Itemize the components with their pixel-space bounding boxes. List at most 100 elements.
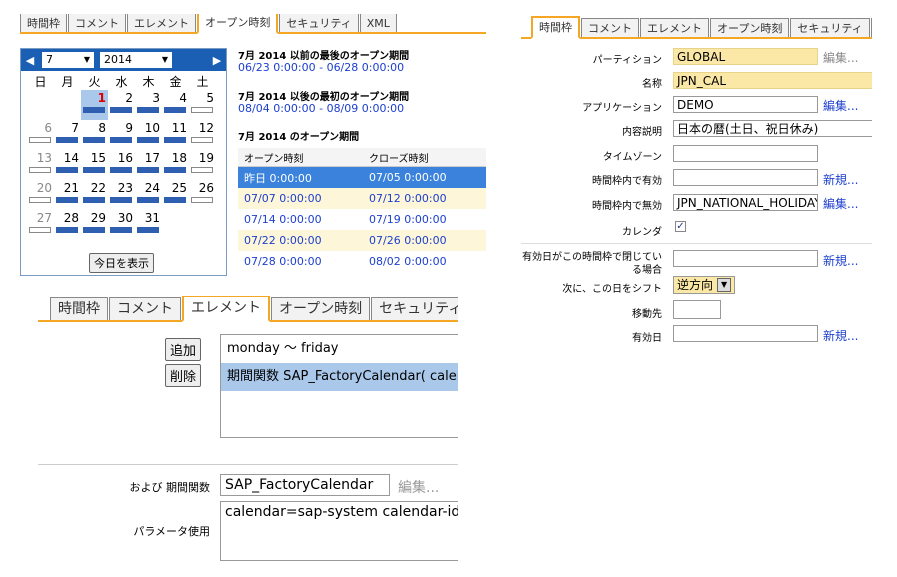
- open-day-indicator: [164, 137, 186, 143]
- tab-3[interactable]: オープン時刻: [271, 297, 371, 320]
- tab-1[interactable]: コメント: [68, 14, 126, 32]
- application-field[interactable]: DEMO: [673, 96, 818, 113]
- closed-field[interactable]: [673, 250, 818, 267]
- calendar-day[interactable]: 21: [54, 180, 81, 210]
- valid-in-field[interactable]: [673, 169, 818, 186]
- tab-0[interactable]: 時間枠: [50, 297, 108, 320]
- calendar-day[interactable]: 9: [108, 120, 135, 150]
- param-textarea[interactable]: calendar=sap-system calendar-id: [220, 501, 458, 561]
- name-field[interactable]: JPN_CAL: [673, 72, 872, 89]
- calendar-day[interactable]: 15: [81, 150, 108, 180]
- calendar-day[interactable]: 10: [135, 120, 162, 150]
- valid-in-new-link[interactable]: 新規...: [823, 171, 858, 188]
- move-to-field[interactable]: [673, 300, 721, 319]
- calendar-day[interactable]: 19: [189, 150, 216, 180]
- calendar-day[interactable]: 17: [135, 150, 162, 180]
- tab-0[interactable]: 時間枠: [20, 14, 67, 32]
- calendar-day[interactable]: 6: [27, 120, 54, 150]
- calendar-day[interactable]: 29: [81, 210, 108, 240]
- tab-2[interactable]: エレメント: [182, 296, 270, 322]
- calendar-day[interactable]: 24: [135, 180, 162, 210]
- element-list[interactable]: monday ～ friday 期間関数 SAP_FactoryCalendar…: [220, 334, 458, 438]
- calendar-checkbox[interactable]: ✓: [675, 221, 686, 232]
- application-edit-link[interactable]: 編集...: [823, 97, 858, 114]
- tab-4[interactable]: セキュリティ: [790, 18, 870, 37]
- description-field[interactable]: 日本の暦(土日、祝日休み): [673, 120, 872, 137]
- tab-1[interactable]: コメント: [109, 297, 181, 320]
- timezone-field[interactable]: [673, 145, 818, 162]
- next-month-icon[interactable]: ▶: [208, 54, 226, 67]
- shift-select[interactable]: 逆方向 ▼: [673, 276, 736, 294]
- calendar-day[interactable]: 5: [189, 90, 216, 120]
- closed-day-indicator: [191, 107, 213, 113]
- tab-4[interactable]: セキュリティ: [279, 14, 359, 32]
- month-select[interactable]: 7 ▼: [42, 52, 94, 68]
- calendar-day[interactable]: 1: [81, 90, 108, 120]
- calendar-day[interactable]: 12: [189, 120, 216, 150]
- calendar-day[interactable]: 4: [162, 90, 189, 120]
- calendar-day[interactable]: 7: [54, 120, 81, 150]
- show-today-button[interactable]: 今日を表示: [89, 253, 154, 273]
- year-select[interactable]: 2014 ▼: [100, 52, 172, 68]
- calendar-day[interactable]: 18: [162, 150, 189, 180]
- day-number: 15: [90, 151, 106, 165]
- tab-2[interactable]: エレメント: [127, 14, 196, 32]
- tab-bar: 時間枠コメントエレメントオープン時刻セキュリティXML: [38, 296, 458, 322]
- tab-5[interactable]: XML: [359, 14, 397, 32]
- add-button[interactable]: 追加: [165, 338, 202, 361]
- invalid-in-edit-link[interactable]: 編集...: [823, 195, 858, 212]
- table-row[interactable]: 07/14 0:00:00 07/19 0:00:00: [238, 209, 486, 230]
- prev-month-icon[interactable]: ◀: [21, 54, 39, 67]
- list-item[interactable]: monday ～ friday: [221, 335, 458, 363]
- tab-3[interactable]: オープン時刻: [710, 18, 790, 37]
- tab-4[interactable]: セキュリティ: [371, 297, 458, 320]
- chevron-down-icon[interactable]: ▼: [717, 278, 732, 292]
- day-number: 27: [36, 211, 52, 225]
- calendar-day[interactable]: 14: [54, 150, 81, 180]
- open-day-indicator: [110, 137, 132, 143]
- calendar-day[interactable]: 25: [162, 180, 189, 210]
- table-row[interactable]: 07/22 0:00:00 07/26 0:00:00: [238, 230, 486, 251]
- closed-day-indicator: [191, 167, 213, 173]
- calendar-day[interactable]: 11: [162, 120, 189, 150]
- list-item-selected[interactable]: 期間関数 SAP_FactoryCalendar( calendar-id ): [221, 363, 458, 391]
- calendar-day[interactable]: 16: [108, 150, 135, 180]
- calendar-day[interactable]: 3: [135, 90, 162, 120]
- calendar-day[interactable]: 31: [135, 210, 162, 240]
- effective-date-new-link[interactable]: 新規...: [823, 327, 858, 344]
- calendar-day[interactable]: 2: [108, 90, 135, 120]
- table-row[interactable]: 07/28 0:00:00 08/02 0:00:00: [238, 251, 486, 272]
- function-input[interactable]: SAP_FactoryCalendar: [220, 474, 390, 496]
- calendar-day[interactable]: 8: [81, 120, 108, 150]
- tab-3[interactable]: オープン時刻: [197, 14, 279, 34]
- close-time-cell: 07/19 0:00:00: [369, 213, 447, 226]
- table-row[interactable]: 昨日 0:00:00 07/05 0:00:00: [238, 166, 486, 188]
- table-row[interactable]: 07/07 0:00:00 07/12 0:00:00: [238, 188, 486, 209]
- effective-date-field[interactable]: [673, 325, 818, 342]
- invalid-in-field[interactable]: JPN_NATIONAL_HOLIDAY: [673, 194, 818, 211]
- tab-0[interactable]: 時間枠: [531, 16, 580, 39]
- partition-edit-link[interactable]: 編集...: [823, 49, 858, 66]
- function-edit-link[interactable]: 編集...: [398, 477, 439, 497]
- calendar-day[interactable]: 27: [27, 210, 54, 240]
- tab-5[interactable]: XML: [870, 18, 872, 37]
- partition-field[interactable]: GLOBAL: [673, 48, 818, 65]
- calendar-day[interactable]: 22: [81, 180, 108, 210]
- move-to-label: 移動先: [632, 309, 662, 320]
- calendar-day[interactable]: 13: [27, 150, 54, 180]
- calendar-day[interactable]: 20: [27, 180, 54, 210]
- day-number: 20: [36, 181, 52, 195]
- calendar-day[interactable]: 23: [108, 180, 135, 210]
- tab-1[interactable]: コメント: [581, 18, 639, 37]
- calendar-day[interactable]: 30: [108, 210, 135, 240]
- closed-new-link[interactable]: 新規...: [823, 252, 858, 269]
- open-day-indicator: [83, 167, 105, 173]
- calendar-day[interactable]: 28: [54, 210, 81, 240]
- closed-day-indicator: [29, 197, 51, 203]
- tab-2[interactable]: エレメント: [640, 18, 709, 37]
- calendar-day[interactable]: 26: [189, 180, 216, 210]
- timezone-label: タイムゾーン: [602, 152, 662, 163]
- open-day-indicator: [137, 167, 159, 173]
- day-number: 5: [206, 91, 214, 105]
- delete-button[interactable]: 削除: [165, 364, 202, 387]
